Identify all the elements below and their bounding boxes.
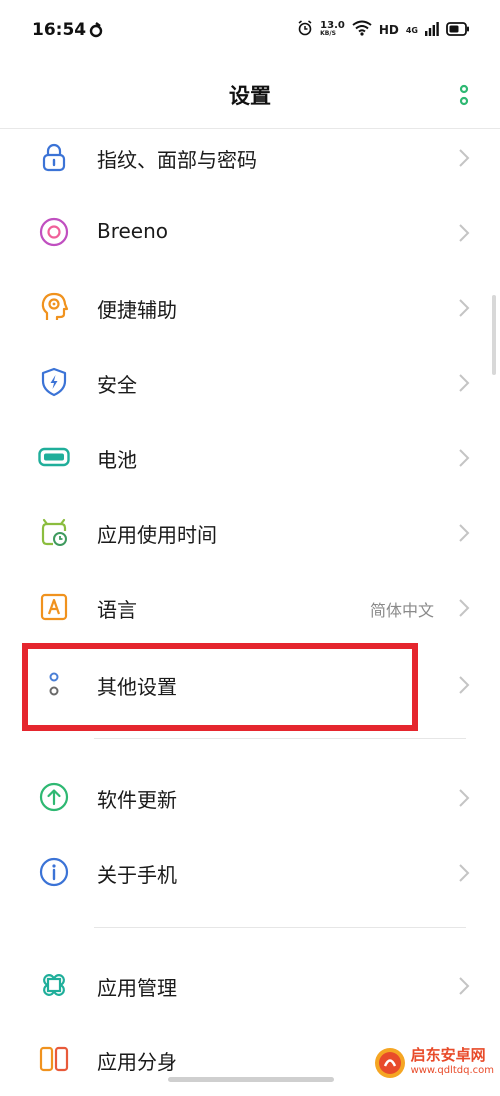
chevron-right-icon (459, 676, 470, 694)
status-icons: 13.0 KB/S HD 4G (297, 20, 470, 40)
hd-label: HD (378, 23, 399, 37)
chevron-right-icon (459, 449, 470, 467)
home-indicator[interactable] (168, 1077, 334, 1082)
info-icon (39, 857, 69, 887)
settings-item-app-management[interactable]: 应用管理 (0, 948, 500, 1022)
shield-icon (41, 367, 67, 397)
group-divider (94, 738, 466, 739)
watermark-url: www.qdltdq.com (410, 1065, 494, 1076)
chevron-right-icon (459, 599, 470, 617)
watermark: 启东安卓网 www.qdltdq.com (373, 1046, 494, 1080)
settings-item-language[interactable]: 语言 简体中文 (0, 570, 500, 644)
settings-item-label: 便捷辅助 (97, 298, 177, 322)
network-speed-unit: KB/S (320, 30, 336, 37)
chevron-right-icon (459, 299, 470, 317)
chevron-right-icon (459, 224, 470, 242)
language-icon (40, 593, 68, 621)
settings-item-fingerprint-face-password[interactable]: 指纹、面部与密码 (0, 120, 500, 194)
settings-item-label: 电池 (97, 448, 137, 472)
settings-item-app-usage-time[interactable]: 应用使用时间 (0, 495, 500, 569)
settings-item-software-update[interactable]: 软件更新 (0, 760, 500, 834)
chevron-right-icon (459, 524, 470, 542)
settings-item-label: 关于手机 (97, 863, 177, 887)
settings-item-accessibility[interactable]: 便捷辅助 (0, 270, 500, 344)
accessibility-head-icon (41, 292, 69, 320)
breeno-icon (39, 217, 69, 247)
battery-icon (38, 447, 70, 467)
network-speed: 13.0 KB/S (320, 20, 345, 38)
app-clone-icon (39, 1046, 69, 1072)
update-arrow-icon (39, 782, 69, 812)
status-time: 16:54 (32, 20, 87, 40)
settings-item-breeno[interactable]: Breeno (0, 195, 500, 269)
group-divider (94, 927, 466, 928)
signal-icon (425, 21, 439, 40)
language-current-value: 简体中文 (369, 601, 434, 620)
header: 设置 (0, 62, 500, 128)
settings-item-label: 安全 (97, 373, 137, 397)
settings-item-security[interactable]: 安全 (0, 345, 500, 419)
alarm-icon (297, 20, 313, 40)
wifi-icon (352, 20, 372, 40)
network-speed-value: 13.0 (320, 20, 345, 31)
app-notification-icon (88, 22, 104, 42)
scrollbar[interactable] (492, 295, 496, 375)
settings-item-battery[interactable]: 电池 (0, 420, 500, 494)
settings-item-about-phone[interactable]: 关于手机 (0, 835, 500, 909)
more-options-button[interactable] (452, 82, 476, 110)
settings-item-label: 应用使用时间 (97, 523, 217, 547)
chevron-right-icon (459, 977, 470, 995)
settings-item-label: 指纹、面部与密码 (97, 148, 257, 172)
watermark-logo-icon (374, 1048, 405, 1078)
screen-time-icon (41, 518, 67, 546)
chevron-right-icon (459, 789, 470, 807)
chevron-right-icon (459, 864, 470, 882)
settings-item-label: 应用分身 (97, 1050, 177, 1074)
page-title: 设置 (229, 84, 271, 108)
chevron-right-icon (459, 374, 470, 392)
settings-item-label: Breeno (97, 219, 169, 243)
app-management-icon (43, 974, 65, 996)
network-type-label: 4G (405, 25, 418, 35)
lock-icon (42, 143, 66, 172)
status-bar: 16:54 13.0 KB/S HD 4G (0, 0, 500, 62)
more-vertical-icon (459, 84, 469, 106)
battery-icon (446, 21, 470, 40)
chevron-right-icon (459, 149, 470, 167)
watermark-name: 启东安卓网 (410, 1046, 486, 1064)
settings-item-label: 软件更新 (97, 788, 177, 812)
highlight-annotation (22, 643, 418, 731)
settings-item-label: 应用管理 (97, 976, 177, 1000)
settings-item-label: 语言 (97, 598, 137, 622)
